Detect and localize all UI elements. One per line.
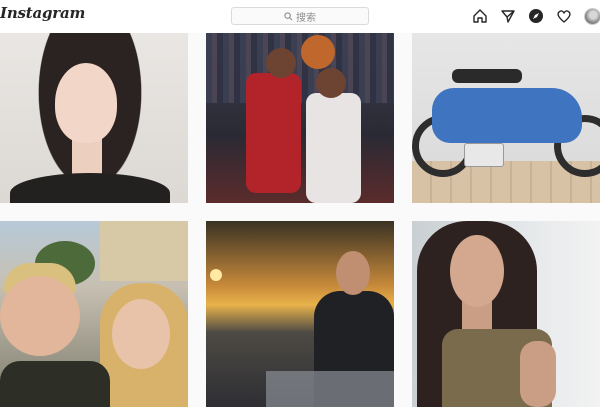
top-navigation-bar: Instagram 搜索	[0, 0, 600, 33]
search-input[interactable]: 搜索	[231, 7, 369, 25]
direct-message-icon[interactable]	[498, 6, 518, 26]
post-tile[interactable]	[0, 33, 188, 203]
profile-avatar-icon[interactable]	[582, 6, 600, 26]
explore-icon[interactable]	[526, 6, 546, 26]
activity-heart-icon[interactable]	[554, 6, 574, 26]
post-tile[interactable]	[0, 221, 188, 407]
search-icon	[284, 11, 293, 20]
post-tile[interactable]	[206, 221, 394, 407]
instagram-logo[interactable]: Instagram	[0, 4, 85, 22]
post-tile[interactable]	[412, 33, 600, 203]
post-tile[interactable]	[412, 221, 600, 407]
search-placeholder: 搜索	[296, 12, 316, 24]
avatar	[583, 7, 600, 25]
post-tile[interactable]	[206, 33, 394, 203]
explore-grid	[0, 33, 600, 407]
home-icon[interactable]	[470, 6, 490, 26]
